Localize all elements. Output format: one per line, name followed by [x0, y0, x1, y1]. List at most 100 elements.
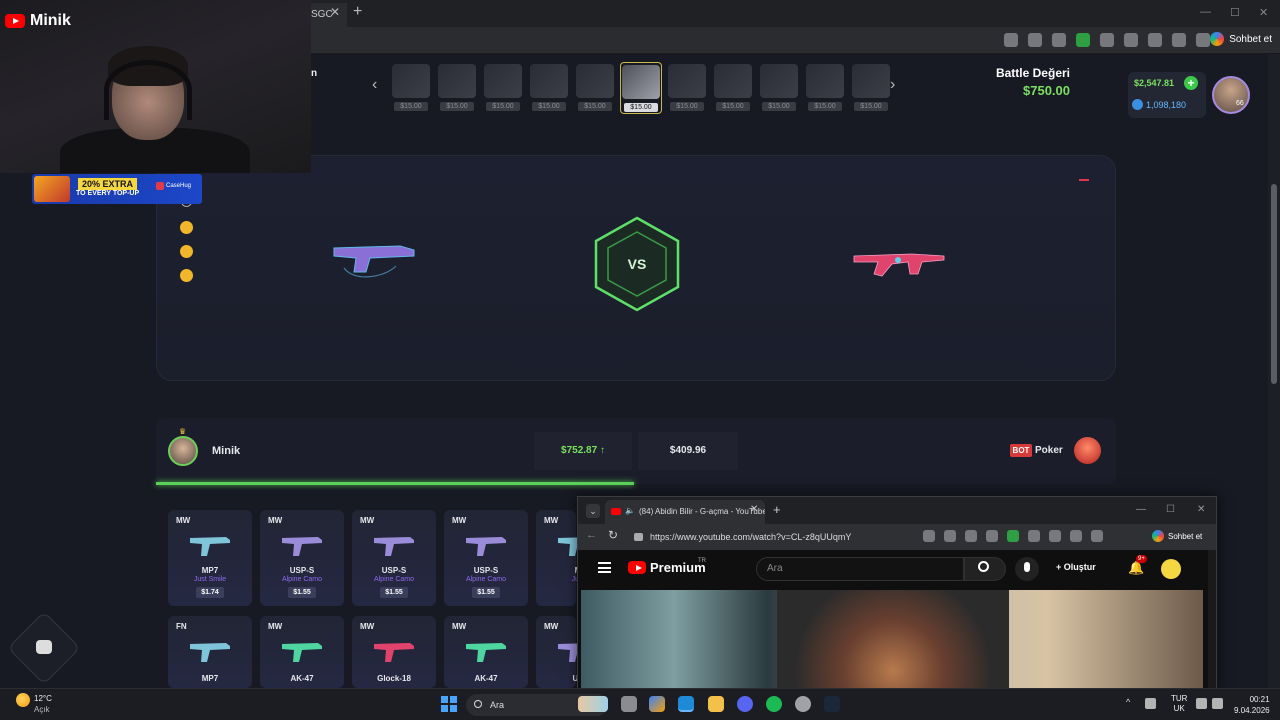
item-card[interactable]: MW USP-S Alpine Camo $1.55: [260, 510, 344, 606]
item-condition: MW: [544, 516, 559, 525]
scrollbar-thumb[interactable]: [1271, 184, 1277, 384]
chevron-right-icon[interactable]: ›: [890, 76, 895, 94]
active-tab[interactable]: SGC: [311, 3, 347, 27]
back-arrow-icon[interactable]: ←: [586, 529, 597, 541]
case-item[interactable]: $15.00: [804, 62, 846, 114]
file-explorer-icon[interactable]: [708, 696, 724, 712]
read-aloud-icon[interactable]: [1004, 33, 1018, 47]
item-card[interactable]: MWMJust: [536, 510, 598, 606]
case-item[interactable]: $15.00: [850, 62, 892, 114]
minimize-icon[interactable]: —: [1200, 6, 1211, 18]
copilot-chat-button[interactable]: Sohbet et: [1210, 32, 1272, 46]
minimize-icon[interactable]: —: [1136, 504, 1146, 515]
copilot-app-icon[interactable]: [649, 696, 665, 712]
settings-gear-icon[interactable]: [795, 696, 811, 712]
close-window-icon[interactable]: ✕: [1197, 504, 1205, 515]
windows-start-icon[interactable]: [441, 696, 457, 712]
url-field[interactable]: https://www.youtube.com/watch?v=CL-z8qUU…: [630, 529, 966, 545]
page-scrollbar[interactable]: [1268, 54, 1280, 688]
maximize-icon[interactable]: ☐: [1230, 6, 1240, 19]
create-button[interactable]: + Oluştur: [1056, 562, 1096, 572]
youtube-premium-logo[interactable]: Premium: [628, 560, 706, 575]
reload-icon[interactable]: ↻: [608, 528, 618, 542]
player2-avatar[interactable]: [1074, 437, 1101, 464]
refresh-extension-icon[interactable]: [1028, 530, 1040, 542]
microphone-icon[interactable]: [1015, 557, 1039, 581]
refresh-extension-icon[interactable]: [1100, 33, 1114, 47]
menu-icon[interactable]: [598, 562, 611, 573]
profile-icon[interactable]: [1091, 530, 1103, 542]
edge-icon[interactable]: [678, 696, 694, 712]
case-item[interactable]: $15.00: [436, 62, 478, 114]
copilot-chat-button[interactable]: Sohbet et: [1152, 530, 1202, 542]
translate-icon[interactable]: [923, 530, 935, 542]
weapon-image: [374, 643, 414, 662]
extensions-puzzle-icon[interactable]: [1124, 33, 1138, 47]
clock[interactable]: 00:21 9.04.2026: [1234, 694, 1270, 716]
case-item[interactable]: $15.00: [620, 62, 662, 114]
copilot-icon: [1210, 32, 1225, 46]
emoji-frown-icon[interactable]: [180, 245, 193, 258]
input-language[interactable]: TUR UK: [1171, 694, 1187, 714]
more-menu-icon[interactable]: [1196, 33, 1210, 47]
case-price: $15.00: [854, 102, 888, 111]
user-avatar[interactable]: [1212, 76, 1250, 114]
item-card[interactable]: MW USP-S Alpine Camo $1.55: [352, 510, 436, 606]
discord-icon[interactable]: [737, 696, 753, 712]
close-window-icon[interactable]: ✕: [1259, 6, 1268, 19]
maximize-icon[interactable]: ☐: [1166, 504, 1175, 515]
profile-icon[interactable]: [1172, 33, 1186, 47]
item-card[interactable]: MW MP7 Just Smile $1.74: [168, 510, 252, 606]
case-item[interactable]: $15.00: [666, 62, 708, 114]
new-tab-button[interactable]: +: [773, 502, 781, 517]
item-card[interactable]: MW Glock-18: [352, 616, 436, 688]
case-item[interactable]: $15.00: [528, 62, 570, 114]
player1-avatar[interactable]: [168, 436, 198, 466]
extensions-puzzle-icon[interactable]: [1049, 530, 1061, 542]
favorites-icon[interactable]: [1148, 33, 1162, 47]
tab-list-chevron-icon[interactable]: ⌄: [586, 504, 600, 518]
microphone-tray-icon[interactable]: [1145, 698, 1156, 709]
emoji-surprised-icon[interactable]: [180, 269, 193, 282]
extension-icon[interactable]: [986, 530, 998, 542]
tab-close-icon[interactable]: ✕: [750, 504, 758, 515]
volume-icon[interactable]: [1212, 698, 1223, 709]
extension-icon[interactable]: [1052, 33, 1066, 47]
battle-value-label: Battle Değeri: [995, 66, 1070, 80]
youtube-avatar[interactable]: [1161, 559, 1181, 579]
steam-icon[interactable]: [824, 696, 840, 712]
chevron-left-icon[interactable]: ‹: [372, 76, 377, 94]
favorites-icon[interactable]: [1070, 530, 1082, 542]
item-card[interactable]: MW USP-S Alpine Camo $1.55: [444, 510, 528, 606]
battery-extension-icon[interactable]: [1007, 530, 1019, 542]
new-tab-button[interactable]: +: [353, 3, 362, 21]
case-item[interactable]: $15.00: [390, 62, 432, 114]
youtube-scrollbar[interactable]: [1208, 550, 1216, 689]
item-card[interactable]: MWUS: [536, 616, 598, 688]
add-funds-button[interactable]: +: [1184, 76, 1198, 90]
weather-sun-icon[interactable]: [16, 693, 30, 707]
emoji-sad-icon[interactable]: [180, 221, 193, 234]
network-icon[interactable]: [1196, 698, 1207, 709]
speaker-icon[interactable]: 🔈: [625, 506, 635, 515]
tab-close-icon[interactable]: ✕: [330, 5, 340, 19]
search-highlight-icon[interactable]: [578, 696, 608, 712]
task-view-icon[interactable]: [621, 696, 637, 712]
item-card[interactable]: MW AK-47: [444, 616, 528, 688]
favorite-star-icon[interactable]: [1028, 33, 1042, 47]
item-card[interactable]: FN MP7: [168, 616, 252, 688]
tray-chevron-icon[interactable]: ^: [1126, 697, 1130, 707]
case-item[interactable]: $15.00: [574, 62, 616, 114]
youtube-search-input[interactable]: Ara: [756, 557, 964, 581]
item-card[interactable]: MW AK-47: [260, 616, 344, 688]
toolbar-icons: [1004, 33, 1210, 47]
case-price: $15.00: [762, 102, 796, 111]
case-item[interactable]: $15.00: [482, 62, 524, 114]
app-icon[interactable]: [944, 530, 956, 542]
spotify-icon[interactable]: [766, 696, 782, 712]
battery-extension-icon[interactable]: [1076, 33, 1090, 47]
case-image: [438, 64, 476, 98]
case-item[interactable]: $15.00: [712, 62, 754, 114]
favorite-star-icon[interactable]: [965, 530, 977, 542]
case-item[interactable]: $15.00: [758, 62, 800, 114]
